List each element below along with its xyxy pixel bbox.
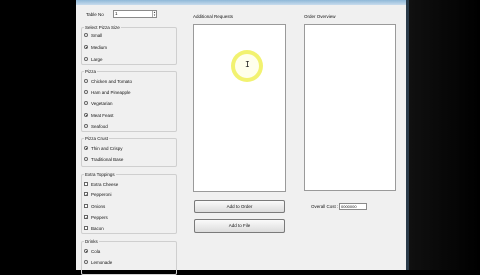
checkmark-icon[interactable]: ✓ xyxy=(84,215,88,220)
extra-toppings-caption: Extra Toppings xyxy=(84,172,116,177)
table-no-value: 1 xyxy=(115,11,118,16)
pizza-crust-caption: Pizza Crust xyxy=(84,136,110,141)
pizza-option-ham-and-pineapple[interactable]: Ham and Pineapple xyxy=(84,89,131,95)
checkbox-icon[interactable] xyxy=(84,204,88,208)
pizza-crust-option-traditional-base[interactable]: Traditional Base xyxy=(84,156,123,162)
checkmark-icon[interactable]: ✓ xyxy=(84,192,88,197)
drinks-caption: Drinks xyxy=(84,239,99,244)
radio-icon[interactable] xyxy=(84,90,88,94)
radio-icon[interactable] xyxy=(84,57,88,61)
pizza-option-meat-feast[interactable]: Meat Feast xyxy=(84,112,114,118)
table-no-input[interactable]: 1 ▴ ▾ xyxy=(113,10,157,18)
add-to-file-button[interactable]: Add to File xyxy=(194,219,285,233)
radio-icon[interactable] xyxy=(84,157,88,161)
pizza-size-group: Select Pizza Size Small Medium Large xyxy=(81,25,177,65)
radio-icon[interactable] xyxy=(84,33,88,37)
overall-cost-label: Overall Cost : xyxy=(311,204,339,209)
pizza-group: Pizza Chicken and Tomato Ham and Pineapp… xyxy=(81,69,177,132)
topping-option-bacon[interactable]: Bacon xyxy=(84,225,104,231)
pizza-crust-option-thin-and-crispy[interactable]: Thin and Crispy xyxy=(84,145,123,151)
radio-icon[interactable] xyxy=(84,113,88,117)
checkbox-icon[interactable] xyxy=(84,226,88,230)
order-overview-listbox[interactable] xyxy=(304,24,396,191)
radio-icon[interactable] xyxy=(84,124,88,128)
radio-icon[interactable] xyxy=(84,79,88,83)
table-no-spinner[interactable]: ▴ ▾ xyxy=(152,11,156,17)
pizza-option-seafood[interactable]: Seafood xyxy=(84,123,108,129)
desktop-background-right xyxy=(409,0,480,270)
radio-icon[interactable] xyxy=(84,249,88,253)
pizza-size-option-small[interactable]: Small xyxy=(84,32,102,38)
add-to-order-button[interactable]: Add to Order xyxy=(194,200,285,213)
topping-option-onions[interactable]: Onions xyxy=(84,203,105,209)
drinks-option-cola[interactable]: Cola xyxy=(84,248,100,254)
pizza-size-option-medium[interactable]: Medium xyxy=(84,44,107,50)
additional-requests-label: Additional Requests xyxy=(193,14,234,19)
extra-toppings-group: Extra Toppings Extra Cheese ✓ Pepperoni O… xyxy=(81,172,177,234)
pizza-order-window: Table No 1 ▴ ▾ Select Pizza Size Small Me… xyxy=(76,0,406,275)
order-overview-label: Order Overview xyxy=(304,14,336,19)
pizza-caption: Pizza xyxy=(84,69,98,74)
additional-requests-textbox[interactable] xyxy=(193,24,286,192)
radio-icon[interactable] xyxy=(84,45,88,49)
topping-option-peppers[interactable]: ✓ Peppers xyxy=(84,214,108,220)
radio-icon[interactable] xyxy=(84,101,88,105)
window-titlebar xyxy=(76,0,406,5)
pizza-size-caption: Select Pizza Size xyxy=(84,25,121,30)
desktop-background-left xyxy=(0,0,76,270)
drinks-option-lemonade[interactable]: Lemonade xyxy=(84,259,112,265)
pizza-crust-group: Pizza Crust Thin and Crispy Traditional … xyxy=(81,136,177,167)
text-cursor-icon: I xyxy=(245,60,250,69)
radio-icon[interactable] xyxy=(84,260,88,264)
pizza-option-vegetarian[interactable]: Vegetarian xyxy=(84,100,113,106)
checkbox-icon[interactable] xyxy=(84,182,88,186)
topping-option-pepperoni[interactable]: ✓ Pepperoni xyxy=(84,191,112,197)
radio-icon[interactable] xyxy=(84,146,88,150)
topping-option-extra-cheese[interactable]: Extra Cheese xyxy=(84,181,118,187)
overall-cost-field: 0000000 xyxy=(339,203,367,210)
pizza-option-chicken-and-tomato[interactable]: Chicken and Tomato xyxy=(84,78,132,84)
pizza-size-option-large[interactable]: Large xyxy=(84,56,103,62)
table-no-label: Table No xyxy=(86,12,104,17)
